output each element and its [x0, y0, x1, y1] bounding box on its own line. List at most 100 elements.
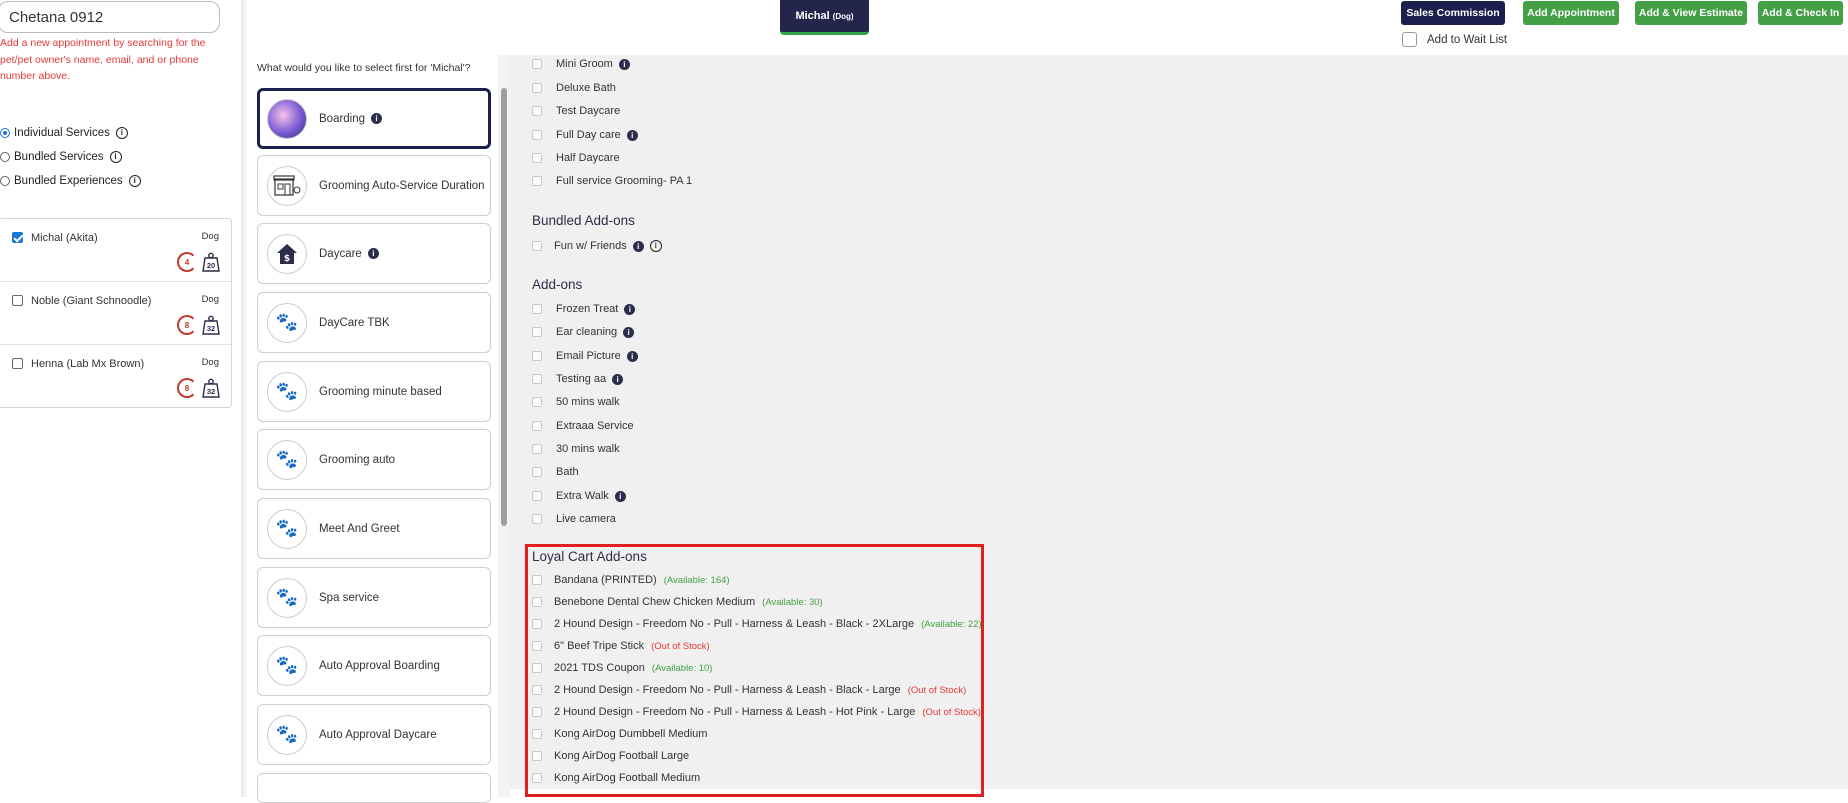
option-bath[interactable]: Bath — [532, 464, 579, 480]
option-test-daycare[interactable]: Test Daycare — [532, 103, 620, 119]
radio-bundled-services[interactable]: Bundled Services i — [0, 149, 122, 165]
service-card-meet-and-greet[interactable]: 🐾 Meet And Greet — [257, 498, 491, 559]
info-icon[interactable]: i — [614, 490, 626, 502]
option-50-mins-walk[interactable]: 50 mins walk — [532, 394, 620, 410]
option-checkbox[interactable] — [532, 751, 542, 761]
service-card-grooming-minute-based[interactable]: 🐾 Grooming minute based — [257, 361, 491, 422]
info-icon[interactable]: i — [632, 240, 644, 252]
option-deluxe-bath[interactable]: Deluxe Bath — [532, 80, 616, 96]
option-checkbox[interactable] — [532, 83, 542, 93]
pet-checkbox[interactable] — [12, 232, 23, 243]
info-icon[interactable]: i — [626, 129, 638, 141]
option-checkbox[interactable] — [532, 106, 542, 116]
info-icon[interactable]: i — [623, 326, 635, 338]
loyal-item[interactable]: Kong AirDog Dumbbell Medium — [532, 726, 707, 742]
radio-bundled-experiences[interactable]: Bundled Experiences i — [0, 173, 141, 189]
option-fun-w-friends[interactable]: Fun w/ Friends i i — [532, 238, 662, 254]
owner-search-input[interactable] — [0, 1, 220, 33]
option-ear-cleaning[interactable]: Ear cleaning i — [532, 324, 635, 340]
option-checkbox[interactable] — [532, 729, 542, 739]
option-checkbox[interactable] — [532, 707, 542, 717]
option-checkbox[interactable] — [532, 467, 542, 477]
option-checkbox[interactable] — [532, 514, 542, 524]
option-testing-aa[interactable]: Testing aa i — [532, 371, 624, 387]
option-checkbox[interactable] — [532, 397, 542, 407]
info-icon[interactable]: i — [128, 175, 141, 187]
loyal-item[interactable]: 2 Hound Design - Freedom No - Pull - Har… — [532, 704, 981, 720]
option-checkbox[interactable] — [532, 153, 542, 163]
service-card-grooming-auto[interactable]: 🐾 Grooming auto — [257, 429, 491, 490]
info-icon[interactable]: i — [618, 58, 630, 70]
loyal-item[interactable]: Kong AirDog Football Large — [532, 748, 689, 764]
option-checkbox[interactable] — [532, 773, 542, 783]
option-checkbox[interactable] — [532, 59, 542, 69]
option-30-mins-walk[interactable]: 30 mins walk — [532, 441, 620, 457]
service-card-spa-service[interactable]: 🐾 Spa service — [257, 567, 491, 628]
loyal-item[interactable]: 2 Hound Design - Freedom No - Pull - Har… — [532, 616, 982, 632]
option-live-camera[interactable]: Live camera — [532, 511, 616, 527]
radio-button[interactable] — [0, 152, 10, 162]
loyal-item[interactable]: 6" Beef Tripe Stick (Out of Stock) — [532, 638, 710, 654]
services-scrollbar-thumb[interactable] — [501, 88, 507, 526]
option-checkbox[interactable] — [532, 327, 542, 337]
add-check-in-button[interactable]: Add & Check In — [1758, 1, 1843, 25]
option-extra-walk[interactable]: Extra Walk i — [532, 488, 626, 504]
option-extraaa-service[interactable]: Extraaa Service — [532, 418, 634, 434]
option-full-service-grooming[interactable]: Full service Grooming- PA 1 — [532, 173, 692, 189]
loyal-item[interactable]: 2 Hound Design - Freedom No - Pull - Har… — [532, 682, 966, 698]
wait-list-checkbox[interactable] — [1402, 32, 1417, 47]
option-checkbox[interactable] — [532, 685, 542, 695]
service-card-auto-approval-daycare[interactable]: 🐾 Auto Approval Daycare — [257, 704, 491, 765]
option-checkbox[interactable] — [532, 241, 542, 251]
info-icon[interactable]: i — [115, 127, 128, 139]
pet-row-michal[interactable]: Michal (Akita) Dog 4 20 — [0, 219, 231, 282]
info-outline-icon[interactable]: i — [649, 240, 662, 252]
info-icon[interactable]: i — [612, 373, 624, 385]
option-email-picture[interactable]: Email Picture i — [532, 348, 638, 364]
option-checkbox[interactable] — [532, 176, 542, 186]
pet-tab-michal[interactable]: Michal (Dog) — [780, 0, 869, 35]
option-checkbox[interactable] — [532, 351, 542, 361]
service-card-grooming-auto-service-duration[interactable]: Grooming Auto-Service Duration — [257, 155, 491, 216]
option-checkbox[interactable] — [532, 575, 542, 585]
loyal-item[interactable]: Bandana (PRINTED) (Available: 164) — [532, 572, 730, 588]
info-icon[interactable]: i — [624, 303, 636, 315]
add-appointment-button[interactable]: Add Appointment — [1523, 1, 1619, 25]
option-checkbox[interactable] — [532, 641, 542, 651]
service-card-auto-approval-boarding[interactable]: 🐾 Auto Approval Boarding — [257, 635, 491, 696]
option-checkbox[interactable] — [532, 444, 542, 454]
pet-checkbox[interactable] — [12, 358, 23, 369]
option-checkbox[interactable] — [532, 421, 542, 431]
info-icon[interactable]: i — [626, 350, 638, 362]
service-card-boarding[interactable]: Boarding i — [257, 88, 491, 149]
info-icon[interactable]: i — [109, 151, 122, 163]
option-frozen-treat[interactable]: Frozen Treat i — [532, 301, 636, 317]
loyal-item[interactable]: Benebone Dental Chew Chicken Medium (Avai… — [532, 594, 823, 610]
radio-button[interactable] — [0, 176, 10, 186]
pet-row-noble[interactable]: Noble (Giant Schnoodle) Dog 8 32 — [0, 282, 231, 345]
loyal-item[interactable]: 2021 TDS Coupon (Available: 10) — [532, 660, 712, 676]
radio-individual-services[interactable]: Individual Services i — [0, 125, 128, 141]
service-card-daycare-tbk[interactable]: 🐾 DayCare TBK — [257, 292, 491, 353]
option-checkbox[interactable] — [532, 304, 542, 314]
option-checkbox[interactable] — [532, 130, 542, 140]
option-full-day-care[interactable]: Full Day care i — [532, 127, 638, 143]
add-view-estimate-button[interactable]: Add & View Estimate — [1635, 1, 1747, 25]
pet-row-henna[interactable]: Henna (Lab Mx Brown) Dog 8 32 — [0, 345, 231, 408]
option-half-daycare[interactable]: Half Daycare — [532, 150, 620, 166]
radio-button[interactable] — [0, 128, 10, 138]
option-checkbox[interactable] — [532, 663, 542, 673]
pet-checkbox[interactable] — [12, 295, 23, 306]
info-icon[interactable]: i — [371, 113, 383, 124]
add-to-wait-list[interactable]: Add to Wait List — [1402, 32, 1507, 47]
info-icon[interactable]: i — [367, 248, 379, 259]
option-checkbox[interactable] — [532, 597, 542, 607]
option-checkbox[interactable] — [532, 619, 542, 629]
sales-commission-button[interactable]: Sales Commission — [1401, 1, 1505, 25]
option-mini-groom[interactable]: Mini Groom i — [532, 56, 630, 72]
service-card-daycare[interactable]: $ Daycare i — [257, 223, 491, 284]
option-checkbox[interactable] — [532, 374, 542, 384]
loyal-item[interactable]: Kong AirDog Football Medium — [532, 770, 700, 786]
option-checkbox[interactable] — [532, 491, 542, 501]
service-card-partial[interactable] — [257, 773, 491, 803]
